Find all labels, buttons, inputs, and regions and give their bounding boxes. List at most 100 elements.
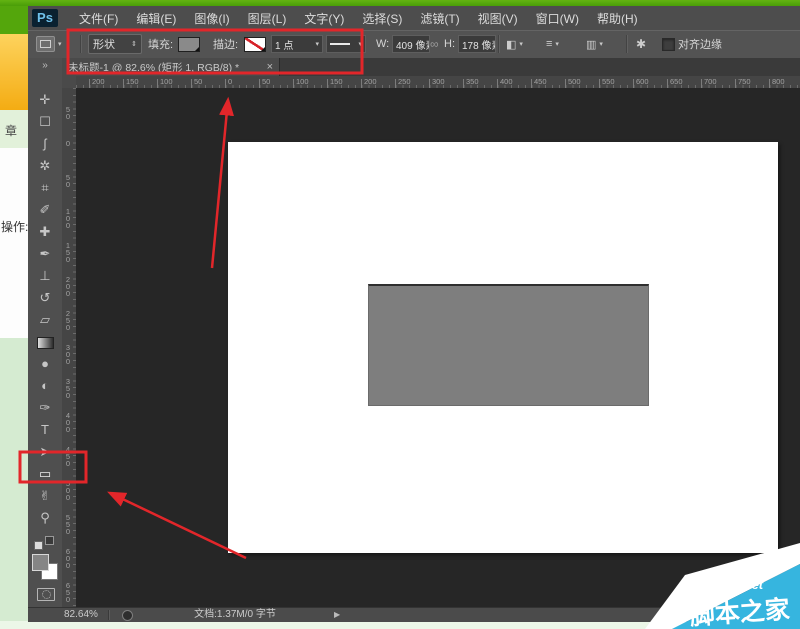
ruler-tick-label: 0 — [64, 140, 72, 147]
zoom-level-field[interactable]: 82.64% — [64, 608, 98, 622]
ruler-tick-label: 250 — [398, 77, 411, 86]
quick-selection-tool[interactable]: ✲ — [28, 156, 62, 176]
ruler-tick-label: 200 — [364, 77, 377, 86]
menu-item[interactable]: 窗口(W) — [527, 10, 588, 27]
menu-item[interactable]: 图像(I) — [185, 10, 238, 27]
pen-tool[interactable]: ✑ — [28, 398, 62, 418]
drawn-rectangle-shape[interactable] — [368, 284, 649, 406]
stroke-type-select[interactable]: ▾ — [326, 31, 366, 57]
menu-item[interactable]: 编辑(E) — [127, 10, 185, 27]
align-edges-checkbox[interactable] — [662, 31, 675, 57]
path-alignment-icon[interactable]: ≡▾ — [546, 31, 559, 57]
blur-tool[interactable]: ● — [28, 354, 62, 374]
shape-height-field[interactable]: 178 像素 — [458, 31, 496, 57]
menu-item[interactable]: 文字(Y) — [295, 10, 353, 27]
hand-tool[interactable]: ✌ — [28, 486, 62, 506]
spot-healing-tool[interactable]: ✚ — [28, 222, 62, 242]
tool-preset-picker[interactable]: ▾ — [36, 31, 62, 57]
path-operations-icon[interactable]: ◧▾ — [506, 31, 523, 57]
path-selection-tool[interactable]: ➤ — [28, 442, 62, 462]
ruler-tick-label: 400 — [64, 412, 72, 433]
fill-label: 填充: — [148, 31, 173, 57]
close-icon[interactable]: × — [267, 61, 273, 73]
foreground-background-swatches[interactable] — [32, 554, 60, 580]
chevron-down-icon: ▾ — [58, 40, 62, 48]
stroke-width-field[interactable]: 1 点 ▾ — [271, 31, 323, 57]
ruler-tick-label: 400 — [500, 77, 513, 86]
path-arrangement-icon[interactable]: ▥▾ — [586, 31, 603, 57]
updown-arrows-icon: ⇕ — [131, 40, 137, 48]
move-tool[interactable]: ✛ — [28, 90, 62, 110]
shape-height-value: 178 像素 — [462, 37, 496, 52]
default-colors-icon[interactable] — [34, 536, 54, 550]
ruler-tick-label: 650 — [670, 77, 683, 86]
browser-page-bottom-strip — [0, 621, 800, 629]
crop-tool[interactable]: ⌗ — [28, 178, 62, 198]
ruler-tick-label: 450 — [64, 446, 72, 467]
rectangle-tool[interactable]: ▭ — [28, 464, 62, 484]
gradient-icon — [37, 337, 54, 349]
document-tab-title: 未标题-1 @ 82.6% (矩形 1, RGB/8) * — [68, 60, 263, 75]
tool-options-bar: ▾ 形状 ⇕ 填充: 描边: 1 点 ▾ ▾ — [28, 30, 800, 61]
swatch-corner-icon — [261, 47, 265, 51]
tool-mode-select[interactable]: 形状 ⇕ — [88, 31, 142, 57]
menu-bar: Ps 文件(F)编辑(E)图像(I)图层(L)文字(Y)选择(S)滤镜(T)视图… — [28, 6, 800, 31]
menu-item[interactable]: 滤镜(T) — [411, 10, 468, 27]
quick-mask-icon[interactable] — [37, 588, 55, 601]
ruler-tick-label: 650 — [64, 582, 72, 603]
eraser-tool[interactable]: ▱ — [28, 310, 62, 330]
dodge-tool[interactable]: ◐ — [28, 376, 62, 396]
clone-stamp-tool[interactable]: ⊥ — [28, 266, 62, 286]
height-label: H: — [444, 31, 455, 57]
history-brush-tool[interactable]: ↺ — [28, 288, 62, 308]
foreground-color-swatch[interactable] — [32, 554, 49, 571]
page-text-fragment: 章 — [5, 122, 17, 139]
ruler-tick-label: 50 — [262, 77, 270, 86]
status-bar: 82.64% 文档:1.37M/0 字节 ▶ — [28, 607, 800, 622]
ruler-tick-label: 800 — [772, 77, 785, 86]
document-info: 文档:1.37M/0 字节 — [146, 608, 324, 622]
rectangle-preset-icon — [36, 36, 55, 52]
stroke-swatch-no-color[interactable] — [244, 31, 266, 57]
menu-item[interactable]: 视图(V) — [469, 10, 527, 27]
stroke-label: 描边: — [213, 31, 238, 57]
ruler-tick-label: 50 — [194, 77, 202, 86]
eyedropper-tool[interactable]: ✐ — [28, 200, 62, 220]
swatch-corner-icon — [195, 47, 199, 51]
toolbar-collapse-button[interactable]: » — [28, 58, 63, 76]
gear-icon[interactable]: ✱ — [636, 31, 646, 57]
separator — [80, 35, 82, 53]
shape-width-field[interactable]: 409 像素 — [392, 31, 430, 57]
fill-swatch[interactable] — [178, 31, 200, 57]
marquee-tool[interactable]: ☐ — [28, 112, 62, 132]
ruler-tick-label: 150 — [64, 242, 72, 263]
menu-item[interactable]: 选择(S) — [353, 10, 411, 27]
page-text-fragment: 操作: — [1, 218, 28, 235]
ruler-tick-label: 600 — [64, 548, 72, 569]
canvas-area[interactable] — [76, 88, 800, 607]
page-band — [0, 338, 28, 629]
ruler-tick-label: 700 — [704, 77, 717, 86]
ruler-tick-label: 600 — [636, 77, 649, 86]
separator — [626, 35, 628, 53]
tools-panel: ✛☐ʃ✲⌗✐✚✒⊥↺▱ ●◐✑T➤▭✌⚲ — [28, 76, 63, 607]
browser-page-left-strip: 章 操作: — [0, 6, 28, 629]
link-dimensions-icon[interactable]: ∞ — [430, 31, 439, 57]
menu-item[interactable]: 图层(L) — [239, 10, 296, 27]
ruler-tick-label: 350 — [466, 77, 479, 86]
menu-item[interactable]: 文件(F) — [70, 10, 127, 27]
ruler-tick-label: 150 — [126, 77, 139, 86]
brush-tool[interactable]: ✒ — [28, 244, 62, 264]
vertical-ruler: 5005010015020025030035040045050055060065… — [62, 88, 77, 607]
lasso-tool[interactable]: ʃ — [28, 134, 62, 154]
photoshop-logo: Ps — [32, 9, 58, 27]
document-tab[interactable]: 未标题-1 @ 82.6% (矩形 1, RGB/8) * × — [62, 58, 280, 76]
menu-item[interactable]: 帮助(H) — [588, 10, 647, 27]
width-label: W: — [376, 31, 389, 57]
document-canvas[interactable] — [228, 142, 778, 553]
status-expand-icon[interactable]: ▶ — [334, 608, 340, 622]
zoom-tool[interactable]: ⚲ — [28, 508, 62, 528]
stroke-width-value: 1 点 — [275, 37, 293, 52]
gradient-tool[interactable] — [28, 332, 62, 352]
type-tool[interactable]: T — [28, 420, 62, 440]
